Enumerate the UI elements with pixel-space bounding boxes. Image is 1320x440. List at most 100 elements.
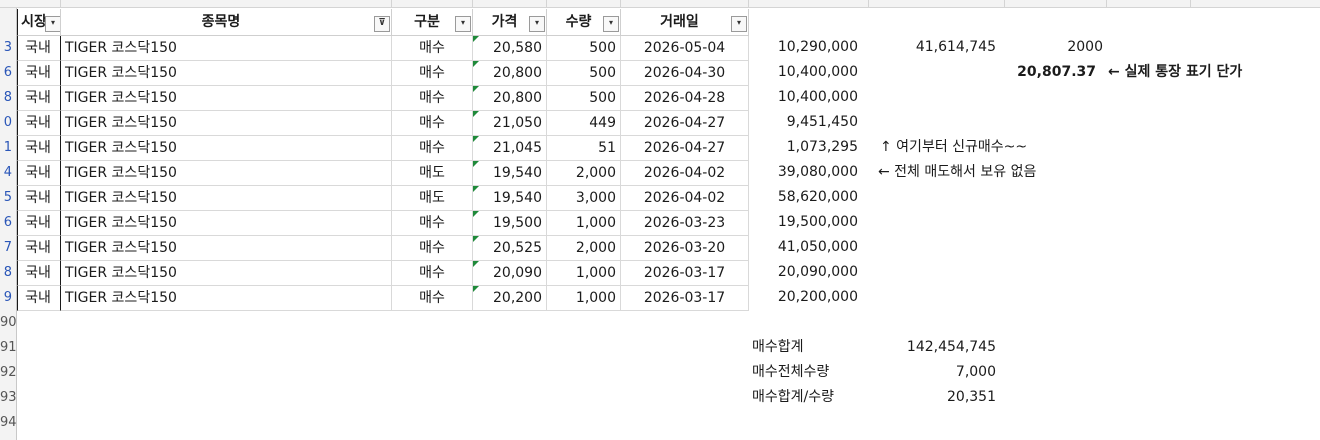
row-number[interactable]: 7 xyxy=(0,235,17,260)
cell-type[interactable]: 매수 xyxy=(392,286,473,311)
filter-dropdown-icon[interactable]: ▾ xyxy=(731,16,747,32)
cell-market[interactable]: 국내 xyxy=(17,111,61,136)
cell-type[interactable]: 매수 xyxy=(392,36,473,61)
cell-amount[interactable]: 1,073,295 xyxy=(750,135,858,160)
cell-name[interactable]: TIGER 코스닥150 xyxy=(61,61,392,86)
cell-amount[interactable]: 10,400,000 xyxy=(750,60,858,85)
cell-date[interactable]: 2026-03-17 xyxy=(621,261,749,286)
cell-type[interactable]: 매수 xyxy=(392,236,473,261)
buy-sum-value[interactable]: 142,454,745 xyxy=(870,335,996,360)
cell-amount[interactable]: 41,050,000 xyxy=(750,235,858,260)
cell-date[interactable]: 2026-03-20 xyxy=(621,236,749,261)
cell-date[interactable]: 2026-04-02 xyxy=(621,186,749,211)
cell-market[interactable]: 국내 xyxy=(17,36,61,61)
row-number[interactable]: 8 xyxy=(0,85,17,110)
cell-price[interactable]: 19,540 xyxy=(473,161,547,186)
cell-amount[interactable]: 10,400,000 xyxy=(750,85,858,110)
row-number[interactable]: 0 xyxy=(0,110,17,135)
row-number[interactable]: 5 xyxy=(0,185,17,210)
cell-type[interactable]: 매수 xyxy=(392,61,473,86)
cell-name[interactable]: TIGER 코스닥150 xyxy=(61,36,392,61)
cell-market[interactable]: 국내 xyxy=(17,186,61,211)
cell-name[interactable]: TIGER 코스닥150 xyxy=(61,186,392,211)
avg-price-cell[interactable]: 20,807.37 xyxy=(980,60,1096,85)
cell-qty[interactable]: 51 xyxy=(547,136,621,161)
cell-price[interactable]: 20,200 xyxy=(473,286,547,311)
cell-qty[interactable]: 3,000 xyxy=(547,186,621,211)
cell-date[interactable]: 2026-04-30 xyxy=(621,61,749,86)
cell-market[interactable]: 국내 xyxy=(17,86,61,111)
filter-active-icon[interactable]: ⊽ xyxy=(374,16,390,32)
cell-price[interactable]: 21,050 xyxy=(473,111,547,136)
filter-dropdown-icon[interactable]: ▾ xyxy=(529,16,545,32)
sold-out-note[interactable]: ← 전체 매도해서 보유 없음 xyxy=(878,160,1138,185)
cell-date[interactable]: 2026-04-02 xyxy=(621,161,749,186)
cell-name[interactable]: TIGER 코스닥150 xyxy=(61,86,392,111)
cell-amount[interactable]: 10,290,000 xyxy=(750,35,858,60)
cell-name[interactable]: TIGER 코스닥150 xyxy=(61,236,392,261)
cell-name[interactable]: TIGER 코스닥150 xyxy=(61,111,392,136)
cell-amount[interactable]: 58,620,000 xyxy=(750,185,858,210)
row-number[interactable]: 6 xyxy=(0,60,17,85)
row-number[interactable]: 3 xyxy=(0,35,17,60)
row-number[interactable]: 91 xyxy=(0,335,17,360)
cell-price[interactable]: 20,800 xyxy=(473,86,547,111)
cell-price[interactable]: 19,500 xyxy=(473,211,547,236)
cell-market[interactable]: 국내 xyxy=(17,61,61,86)
filter-dropdown-icon[interactable]: ▾ xyxy=(455,16,471,32)
cell-date[interactable]: 2026-05-04 xyxy=(621,36,749,61)
row-number[interactable]: 6 xyxy=(0,210,17,235)
cell-market[interactable]: 국내 xyxy=(17,161,61,186)
cell-market[interactable]: 국내 xyxy=(17,286,61,311)
total-qty-cell[interactable]: 2000 xyxy=(1010,35,1103,60)
cell-market[interactable]: 국내 xyxy=(17,261,61,286)
total-value-cell[interactable]: 41,614,745 xyxy=(880,35,996,60)
header-name[interactable]: 종목명 ⊽ xyxy=(61,9,392,36)
cell-qty[interactable]: 500 xyxy=(547,36,621,61)
cell-date[interactable]: 2026-04-27 xyxy=(621,111,749,136)
cell-qty[interactable]: 1,000 xyxy=(547,211,621,236)
new-buy-note[interactable]: ↑ 여기부터 신규매수~~ xyxy=(880,135,1140,160)
cell-price[interactable]: 20,800 xyxy=(473,61,547,86)
row-number[interactable]: 93 xyxy=(0,385,17,410)
row-number[interactable]: 9 xyxy=(0,285,17,310)
avg-label[interactable]: 매수합계/수량 xyxy=(752,385,872,410)
cell-qty[interactable]: 2,000 xyxy=(547,236,621,261)
cell-name[interactable]: TIGER 코스닥150 xyxy=(61,161,392,186)
cell-qty[interactable]: 1,000 xyxy=(547,261,621,286)
cell-type[interactable]: 매수 xyxy=(392,261,473,286)
cell-type[interactable]: 매수 xyxy=(392,136,473,161)
row-number[interactable]: 4 xyxy=(0,160,17,185)
cell-name[interactable]: TIGER 코스닥150 xyxy=(61,261,392,286)
cell-amount[interactable]: 9,451,450 xyxy=(750,110,858,135)
cell-amount[interactable]: 19,500,000 xyxy=(750,210,858,235)
header-qty[interactable]: 수량 ▾ xyxy=(547,9,621,36)
cell-market[interactable]: 국내 xyxy=(17,136,61,161)
cell-market[interactable]: 국내 xyxy=(17,211,61,236)
cell-type[interactable]: 매수 xyxy=(392,111,473,136)
row-number[interactable]: 90 xyxy=(0,310,17,335)
cell-price[interactable]: 19,540 xyxy=(473,186,547,211)
cell-amount[interactable]: 39,080,000 xyxy=(750,160,858,185)
cell-qty[interactable]: 1,000 xyxy=(547,286,621,311)
avg-price-note[interactable]: ← 실제 통장 표기 단가 xyxy=(1108,60,1308,85)
cell-type[interactable]: 매수 xyxy=(392,86,473,111)
header-date[interactable]: 거래일 ▾ xyxy=(621,9,749,36)
cell-amount[interactable]: 20,090,000 xyxy=(750,260,858,285)
header-market[interactable]: 시장 ▾ xyxy=(17,9,61,36)
cell-type[interactable]: 매수 xyxy=(392,211,473,236)
cell-type[interactable]: 매도 xyxy=(392,161,473,186)
cell-name[interactable]: TIGER 코스닥150 xyxy=(61,136,392,161)
cell-qty[interactable]: 449 xyxy=(547,111,621,136)
header-type[interactable]: 구분 ▾ xyxy=(392,9,473,36)
cell-qty[interactable]: 2,000 xyxy=(547,161,621,186)
avg-value[interactable]: 20,351 xyxy=(870,385,996,410)
cell-price[interactable]: 20,090 xyxy=(473,261,547,286)
cell-qty[interactable]: 500 xyxy=(547,86,621,111)
cell-date[interactable]: 2026-03-23 xyxy=(621,211,749,236)
buy-qty-label[interactable]: 매수전체수량 xyxy=(752,360,872,385)
row-number[interactable]: 8 xyxy=(0,260,17,285)
cell-type[interactable]: 매도 xyxy=(392,186,473,211)
cell-price[interactable]: 20,525 xyxy=(473,236,547,261)
cell-amount[interactable]: 20,200,000 xyxy=(750,285,858,310)
